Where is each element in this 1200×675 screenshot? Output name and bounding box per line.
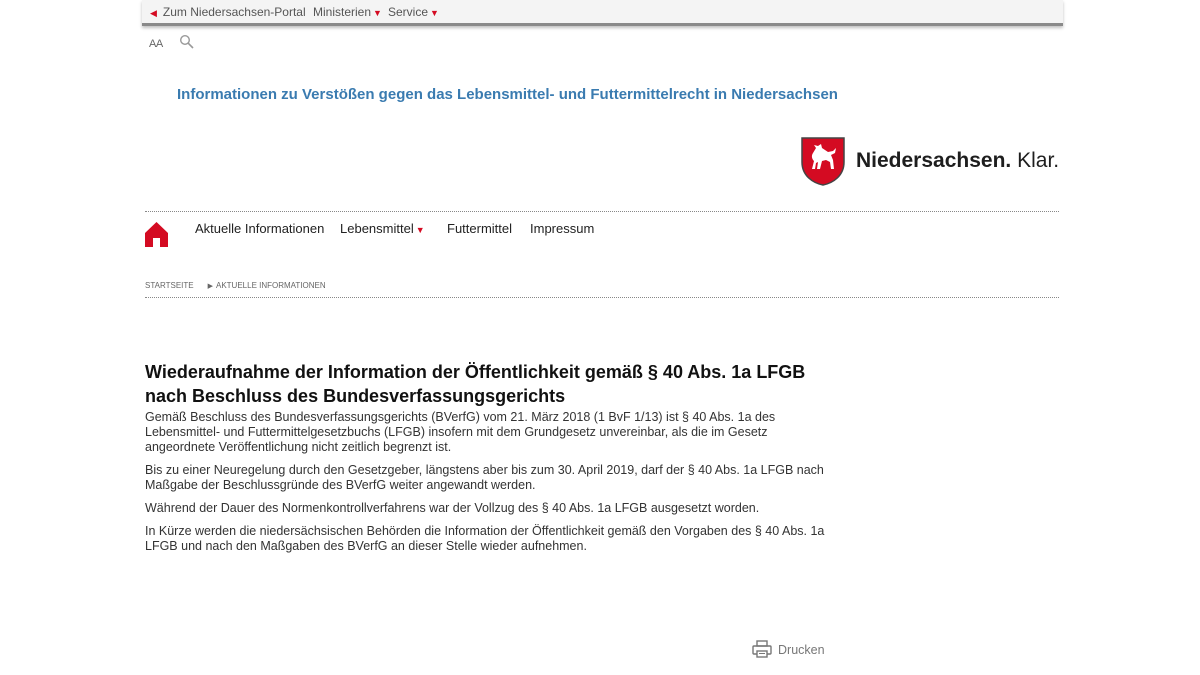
service-menu[interactable]: Service ▼ bbox=[388, 5, 439, 19]
article-paragraph: In Kürze werden die niedersächsischen Be… bbox=[145, 524, 825, 553]
printer-icon bbox=[752, 640, 772, 658]
print-button[interactable]: Drucken bbox=[752, 640, 825, 658]
ministries-menu[interactable]: Ministerien ▼ bbox=[313, 5, 382, 19]
font-size-toggle[interactable]: AA bbox=[149, 38, 163, 50]
search-icon[interactable] bbox=[179, 34, 195, 50]
site-tagline: Informationen zu Verstößen gegen das Leb… bbox=[177, 86, 838, 103]
triangle-down-icon: ▼ bbox=[415, 225, 425, 235]
nav-item-label: Lebensmittel bbox=[340, 221, 414, 236]
niedersachsen-logo[interactable]: Niedersachsen. Klar. bbox=[800, 136, 1062, 190]
article-paragraph: Gemäß Beschluss des Bundesverfassungsger… bbox=[145, 410, 776, 454]
divider bbox=[145, 211, 1059, 212]
nav-item-aktuelle-informationen[interactable]: Aktuelle Informationen bbox=[195, 221, 324, 236]
article-paragraph: Während der Dauer des Normenkontrollverf… bbox=[145, 501, 760, 515]
triangle-left-icon: ◀ bbox=[150, 8, 157, 18]
article-title: Wiederaufnahme der Information der Öffen… bbox=[145, 362, 806, 406]
service-bar: ◀ Zum Niedersachsen-Portal Ministerien ▼ S… bbox=[142, 0, 1063, 26]
logo-name: Niedersachsen. bbox=[856, 149, 1012, 172]
breadcrumb-current: Aktuelle Informationen bbox=[216, 281, 326, 290]
print-label: Drucken bbox=[778, 643, 825, 657]
ministries-menu-label: Ministerien bbox=[313, 5, 372, 19]
divider bbox=[145, 297, 1059, 298]
nav-item-futtermittel[interactable]: Futtermittel bbox=[447, 221, 512, 236]
nav-item-lebensmittel[interactable]: Lebensmittel ▼ bbox=[340, 221, 425, 236]
service-menu-label: Service bbox=[388, 5, 429, 19]
article-paragraph: Bis zu einer Neuregelung durch den Geset… bbox=[145, 463, 824, 492]
portal-link[interactable]: ◀ Zum Niedersachsen-Portal bbox=[150, 5, 306, 19]
logo-claim: Klar. bbox=[1017, 149, 1060, 172]
breadcrumb: Startseite ▶ Aktuelle Informationen bbox=[145, 281, 326, 290]
coat-of-arms-icon bbox=[801, 137, 845, 186]
triangle-down-icon: ▼ bbox=[430, 8, 439, 18]
triangle-right-icon: ▶ bbox=[207, 283, 213, 290]
portal-link-label: Zum Niedersachsen-Portal bbox=[162, 5, 306, 19]
nav-item-impressum[interactable]: Impressum bbox=[530, 221, 594, 236]
logo-wordmark: Niedersachsen. Klar. bbox=[856, 149, 1059, 173]
breadcrumb-home[interactable]: Startseite bbox=[145, 281, 194, 290]
home-icon[interactable] bbox=[145, 222, 168, 247]
triangle-down-icon: ▼ bbox=[373, 8, 382, 18]
